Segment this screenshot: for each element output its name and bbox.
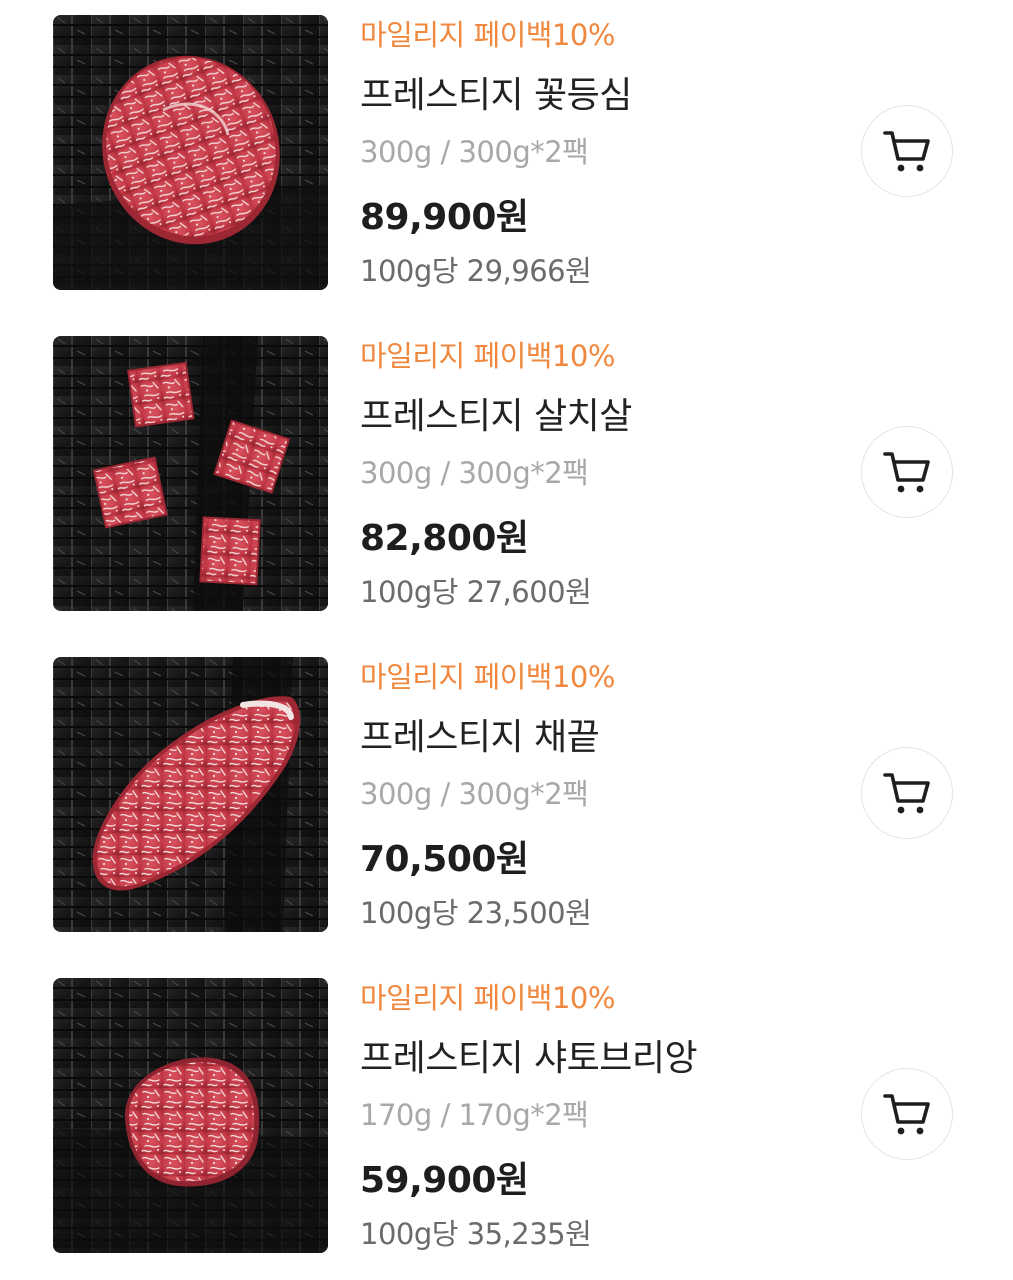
- product-image[interactable]: [53, 657, 328, 932]
- unit-price: 100g당 29,966원: [360, 254, 592, 288]
- add-to-cart-button[interactable]: [861, 105, 953, 197]
- cart-icon: [883, 131, 930, 172]
- mileage-badge: 마일리지 페이백10%: [360, 18, 615, 52]
- product-weight: 300g / 300g*2팩: [360, 456, 589, 490]
- product-card[interactable]: 마일리지 페이백10% 프레스티지 꽃등심 300g / 300g*2팩 89,…: [0, 15, 1013, 315]
- product-weight: 300g / 300g*2팩: [360, 135, 589, 169]
- product-image[interactable]: [53, 978, 328, 1253]
- product-price: 59,900원: [360, 1160, 529, 1201]
- product-list: 마일리지 페이백10% 프레스티지 꽃등심 300g / 300g*2팩 89,…: [0, 0, 1013, 1280]
- product-price: 70,500원: [360, 839, 529, 880]
- add-to-cart-button[interactable]: [861, 426, 953, 518]
- product-card[interactable]: 마일리지 페이백10% 프레스티지 살치살 300g / 300g*2팩 82,…: [0, 336, 1013, 636]
- cart-icon: [883, 452, 930, 493]
- mileage-badge: 마일리지 페이백10%: [360, 339, 615, 373]
- product-price: 89,900원: [360, 197, 529, 238]
- mileage-badge: 마일리지 페이백10%: [360, 981, 615, 1015]
- product-image[interactable]: [53, 336, 328, 611]
- add-to-cart-button[interactable]: [861, 1068, 953, 1160]
- product-name[interactable]: 프레스티지 샤토브리앙: [360, 1036, 698, 1082]
- product-weight: 170g / 170g*2팩: [360, 1098, 589, 1132]
- cart-icon: [883, 1094, 930, 1135]
- unit-price: 100g당 35,235원: [360, 1217, 592, 1251]
- product-image[interactable]: [53, 15, 328, 290]
- product-name[interactable]: 프레스티지 채끝: [360, 715, 600, 761]
- product-name[interactable]: 프레스티지 살치살: [360, 394, 632, 440]
- product-image-striploin: [53, 657, 328, 932]
- product-price: 82,800원: [360, 518, 529, 559]
- product-weight: 300g / 300g*2팩: [360, 777, 589, 811]
- cart-icon: [883, 773, 930, 814]
- product-image-chuck-flap: [53, 336, 328, 611]
- mileage-badge: 마일리지 페이백10%: [360, 660, 615, 694]
- product-card[interactable]: 마일리지 페이백10% 프레스티지 채끝 300g / 300g*2팩 70,5…: [0, 657, 1013, 957]
- unit-price: 100g당 23,500원: [360, 896, 592, 930]
- product-image-chateaubriand: [53, 978, 328, 1253]
- product-name[interactable]: 프레스티지 꽃등심: [360, 73, 632, 119]
- unit-price: 100g당 27,600원: [360, 575, 592, 609]
- product-card[interactable]: 마일리지 페이백10% 프레스티지 샤토브리앙 170g / 170g*2팩 5…: [0, 978, 1013, 1278]
- product-image-ribeye: [53, 15, 328, 290]
- add-to-cart-button[interactable]: [861, 747, 953, 839]
